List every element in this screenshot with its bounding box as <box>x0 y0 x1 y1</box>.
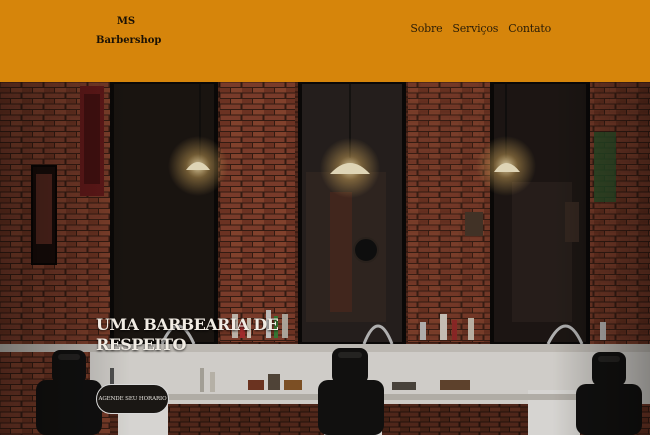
hero-section: UMA BARBEARIA DE RESPEITO AGENDE SEU HOR… <box>0 82 650 435</box>
hero-title: UMA BARBEARIA DE RESPEITO <box>96 315 279 354</box>
brand-line-1: MS <box>116 16 136 27</box>
brand-logo[interactable]: MS Barbershop <box>96 12 162 50</box>
site-header: MS Barbershop Sobre Serviços Contato <box>0 0 650 82</box>
nav-link-contato[interactable]: Contato <box>508 22 551 35</box>
barbershop-background-image <box>0 82 650 435</box>
nav-link-sobre[interactable]: Sobre <box>410 22 442 35</box>
nav-link-servicos[interactable]: Serviços <box>452 22 498 35</box>
brand-line-2: Barbershop <box>96 35 162 46</box>
main-nav: Sobre Serviços Contato <box>410 22 551 35</box>
schedule-button[interactable]: AGENDE SEU HORARIO <box>96 384 169 414</box>
